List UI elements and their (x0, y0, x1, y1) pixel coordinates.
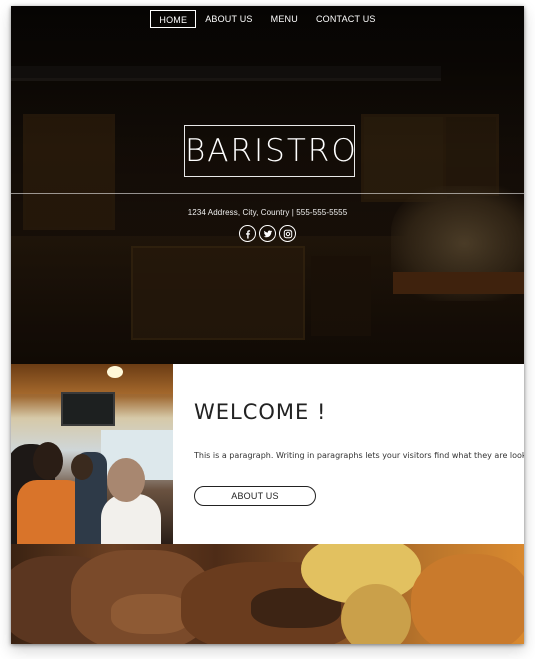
hero-divider (11, 193, 524, 194)
photo-light (107, 366, 123, 378)
facebook-icon[interactable] (239, 225, 256, 242)
food-photo-meat-highlight (111, 594, 191, 634)
welcome-section: WELCOME ! This is a paragraph. Writing i… (11, 364, 524, 544)
food-photo-strip (11, 544, 524, 644)
restaurant-crowd-photo (11, 364, 173, 544)
welcome-paragraph: This is a paragraph. Writing in paragrap… (194, 451, 524, 460)
twitter-icon[interactable] (259, 225, 276, 242)
brand-logo[interactable]: BARISTRO (184, 125, 356, 177)
main-navigation: HOME ABOUT US MENU CONTACT US (11, 9, 524, 29)
about-us-button[interactable]: ABOUT US (194, 486, 316, 506)
instagram-icon[interactable] (279, 225, 296, 242)
photo-ceiling (11, 364, 173, 394)
nav-item-about-us[interactable]: ABOUT US (196, 10, 261, 28)
website-frame: HOME ABOUT US MENU CONTACT US BARISTRO 1… (11, 6, 524, 644)
photo-person-head (71, 454, 93, 480)
nav-item-menu[interactable]: MENU (262, 10, 307, 28)
hero-dark-overlay (11, 6, 524, 364)
nav-item-home[interactable]: HOME (150, 10, 197, 28)
welcome-heading: WELCOME ! (194, 400, 327, 424)
food-photo-bun (411, 554, 524, 644)
photo-person-head (33, 442, 63, 480)
photo-tv (61, 392, 115, 426)
social-links (11, 225, 524, 242)
photo-person-head (107, 458, 145, 502)
nav-item-contact-us[interactable]: CONTACT US (307, 10, 385, 28)
hero-section: HOME ABOUT US MENU CONTACT US BARISTRO 1… (11, 6, 524, 364)
photo-person (101, 494, 161, 544)
contact-address: 1234 Address, City, Country | 555-555-55… (187, 208, 348, 217)
